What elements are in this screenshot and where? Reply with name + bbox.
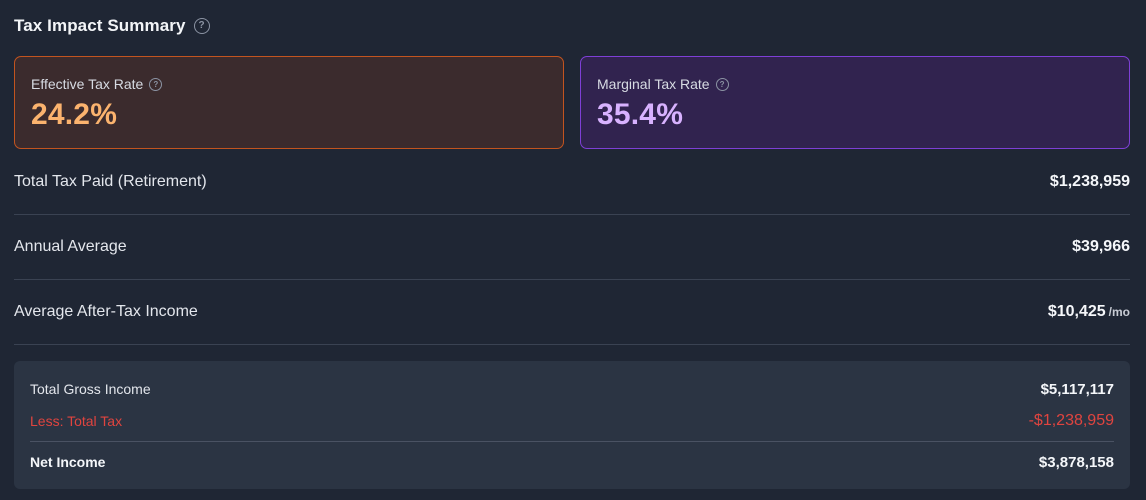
question-circle-icon[interactable]: ? [715, 77, 729, 91]
panel-title: Tax Impact Summary [14, 16, 186, 35]
breakdown-divider [30, 441, 1114, 442]
summary-row-annual-average: Annual Average $39,966 [14, 215, 1130, 280]
row-label: Total Tax Paid (Retirement) [14, 173, 207, 190]
net-income-value: $3,878,158 [1038, 453, 1114, 471]
income-breakdown-box: Total Gross Income $5,117,117 Less: Tota… [14, 361, 1130, 489]
card-label-row: Marginal Tax Rate ? [597, 75, 1113, 93]
net-income-label: Net Income [30, 454, 106, 470]
card-label-row: Effective Tax Rate ? [31, 75, 547, 93]
marginal-tax-rate-card: Marginal Tax Rate ? 35.4% [580, 56, 1130, 149]
row-label: Average After-Tax Income [14, 303, 198, 320]
marginal-tax-rate-value: 35.4% [597, 98, 684, 131]
row-label: Annual Average [14, 238, 127, 255]
breakdown-row-gross: Total Gross Income $5,117,117 [30, 379, 1114, 399]
question-circle-icon[interactable]: ? [193, 18, 210, 34]
effective-tax-rate-value: 24.2% [31, 98, 118, 131]
gross-income-label: Total Gross Income [30, 381, 151, 397]
effective-tax-rate-card: Effective Tax Rate ? 24.2% [14, 56, 564, 149]
panel-header: Tax Impact Summary ? [14, 14, 210, 38]
summary-row-after-tax-income: Average After-Tax Income $10,425/mo [14, 280, 1130, 345]
summary-row-total-tax-paid: Total Tax Paid (Retirement) $1,238,959 [14, 150, 1130, 215]
gross-income-value: $5,117,117 [1040, 380, 1114, 398]
effective-tax-rate-label: Effective Tax Rate [31, 76, 144, 92]
question-circle-icon[interactable]: ? [149, 77, 163, 91]
breakdown-row-net: Net Income $3,878,158 [30, 452, 1114, 472]
row-value: $1,238,959 [1049, 173, 1130, 190]
row-value: $39,966 [1072, 238, 1130, 255]
breakdown-row-tax: Less: Total Tax -$1,238,959 [30, 411, 1114, 431]
row-value: $10,425 [1047, 303, 1106, 320]
total-tax-value: -$1,238,959 [1028, 412, 1114, 429]
marginal-tax-rate-label: Marginal Tax Rate [597, 76, 710, 92]
total-tax-label: Less: Total Tax [30, 413, 123, 429]
row-value-group: $10,425/mo [1048, 303, 1130, 321]
unit-label: /mo [1108, 305, 1130, 319]
